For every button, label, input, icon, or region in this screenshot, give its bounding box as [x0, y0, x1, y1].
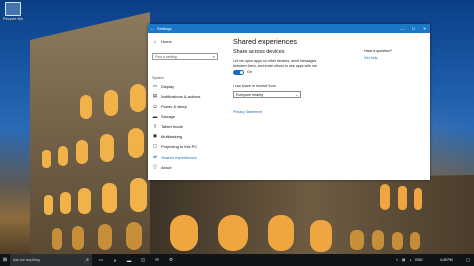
task-view-icon[interactable]: ▭ [96, 254, 106, 266]
start-button[interactable]: ⊞ [0, 254, 10, 266]
sidebar-item-home[interactable]: ⌂ Home [152, 37, 172, 45]
edge-browser-icon[interactable]: e [110, 254, 120, 266]
sidebar-item-tablet[interactable]: ▯ Tablet mode [152, 122, 183, 130]
share-description: Let me open apps on other devices, send … [233, 59, 317, 68]
sidebar-item-label: Home [161, 38, 172, 44]
multitasking-icon: ▣ [152, 133, 158, 138]
notifications-icon: ▤ [152, 93, 158, 98]
microphone-icon[interactable]: 🎤 [84, 258, 89, 263]
sidebar-item-power[interactable]: ⏻ Power & sleep [152, 102, 187, 110]
system-tray[interactable]: ˄ ▤ ◖ ENG [396, 254, 423, 266]
maximize-button[interactable]: ☐ [408, 24, 419, 33]
sidebar-item-display[interactable]: ▭ Display [152, 82, 174, 90]
file-explorer-icon[interactable]: ▬ [124, 254, 134, 266]
sidebar-item-label: About [161, 164, 172, 170]
toggle-state-label: On [247, 70, 253, 74]
sidebar-item-label: Multitasking [161, 133, 183, 139]
chevron-down-icon: ⌄ [294, 92, 298, 97]
share-across-devices-toggle[interactable] [233, 70, 244, 75]
sidebar-item-multitasking[interactable]: ▣ Multitasking [152, 132, 182, 140]
sidebar-item-about[interactable]: ⓘ About [152, 163, 172, 171]
settings-gear-icon[interactable]: ⚙ [166, 254, 176, 266]
recycle-bin-label: Recycle Bin [2, 17, 24, 21]
sidebar-item-storage[interactable]: ▬ Storage [152, 112, 175, 120]
about-icon: ⓘ [152, 164, 158, 169]
sidebar-item-shared-experiences[interactable]: ⇄ Shared experiences [152, 153, 197, 161]
taskbar-search-placeholder: Ask me anything [13, 258, 40, 262]
mail-icon[interactable]: ✉ [152, 254, 162, 266]
chevron-up-icon[interactable]: ˄ [396, 258, 398, 262]
windows-logo-icon: ⊞ [2, 257, 8, 263]
share-from-dropdown[interactable]: Everyone nearby ⌄ [233, 91, 301, 98]
sidebar-item-label: Power & sleep [161, 103, 187, 109]
sidebar-section-label: System [152, 76, 164, 80]
storage-icon: ▬ [152, 113, 158, 119]
sidebar-item-label: Notifications & actions [161, 93, 201, 99]
toggle-knob [240, 71, 243, 74]
sidebar-item-label: Projecting to this PC [161, 143, 198, 149]
sidebar-item-label: Storage [161, 113, 176, 119]
sidebar-item-projecting[interactable]: ▢ Projecting to this PC [152, 142, 197, 150]
home-icon: ⌂ [153, 38, 157, 44]
settings-search-input[interactable]: Find a setting ⌕ [152, 53, 218, 60]
clock[interactable]: 4:49 PM [440, 254, 453, 266]
sidebar-item-label: Shared experiences [161, 154, 197, 160]
taskbar: ⊞ Ask me anything 🎤 ▭ e ▬ ◫ ✉ ⚙ ˄ ▤ ◖ EN… [0, 254, 474, 266]
recycle-bin-icon [5, 2, 21, 16]
language-indicator[interactable]: ENG [415, 258, 422, 262]
get-help-link[interactable]: Get help [364, 56, 378, 60]
network-icon[interactable]: ▤ [402, 258, 405, 262]
search-placeholder: Find a setting [155, 54, 177, 59]
page-title: Shared experiences [233, 37, 297, 46]
help-question: Have a question? [364, 49, 392, 53]
settings-window: ← Settings — ☐ ✕ ⌂ Home Find a setting ⌕… [148, 24, 430, 180]
recycle-bin-shortcut[interactable]: Recycle Bin [2, 2, 24, 21]
desktop: Recycle Bin ← Settings — ☐ ✕ ⌂ Home Find… [0, 0, 474, 266]
section-title: Share across devices [233, 49, 285, 55]
close-button[interactable]: ✕ [419, 24, 430, 33]
tablet-icon: ▯ [153, 123, 157, 128]
share-from-label: I can share or receive from [233, 84, 276, 88]
shared-experiences-icon: ⇄ [153, 154, 157, 159]
action-center-icon[interactable]: ▢ [463, 254, 473, 266]
store-icon[interactable]: ◫ [138, 254, 148, 266]
window-titlebar[interactable]: ← Settings — ☐ ✕ [148, 24, 430, 33]
minimize-button[interactable]: — [397, 24, 408, 33]
display-icon: ▭ [152, 83, 158, 88]
power-icon: ⏻ [153, 103, 157, 109]
sidebar-item-label: Tablet mode [161, 123, 183, 129]
taskbar-search-box[interactable]: Ask me anything 🎤 [10, 254, 92, 266]
search-icon: ⌕ [212, 54, 215, 59]
volume-icon[interactable]: ◖ [409, 258, 411, 262]
privacy-statement-link[interactable]: Privacy Statement [233, 110, 262, 114]
projecting-icon: ▢ [152, 143, 158, 148]
settings-sidebar: ⌂ Home Find a setting ⌕ System ▭ Display ▤… [148, 33, 222, 180]
back-arrow-icon[interactable]: ← [148, 26, 157, 32]
sidebar-item-label: Display [161, 83, 175, 89]
window-title: Settings [157, 26, 172, 31]
sidebar-item-notifications[interactable]: ▤ Notifications & actions [152, 92, 201, 100]
dropdown-value: Everyone nearby [236, 92, 264, 97]
